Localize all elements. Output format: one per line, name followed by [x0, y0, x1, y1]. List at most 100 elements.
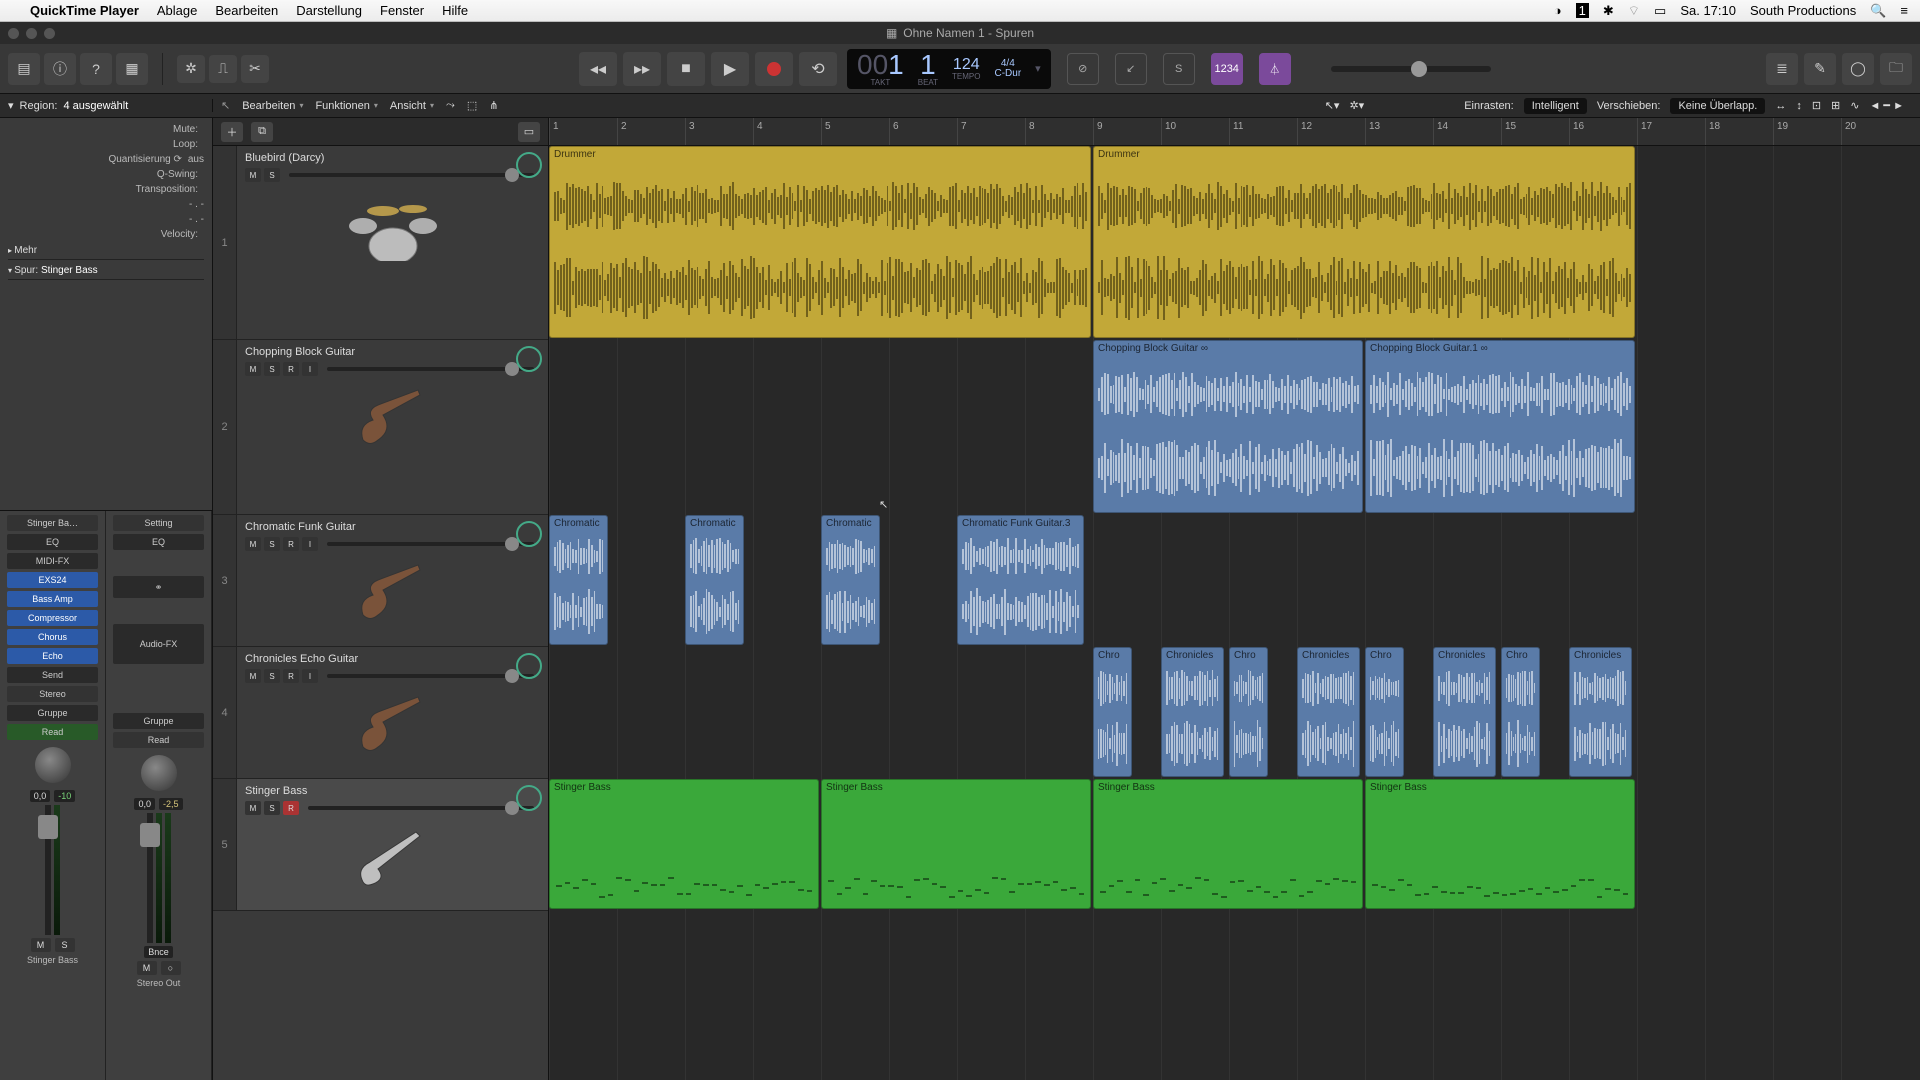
inspector-value[interactable]: - . -	[189, 199, 204, 210]
flex-icon[interactable]: ⋔	[489, 99, 498, 112]
zoom-icon[interactable]: ⊡	[1812, 99, 1821, 112]
browser-button[interactable]: 🗀	[1880, 53, 1912, 85]
group-slot[interactable]: Gruppe	[7, 705, 98, 721]
region[interactable]: Chronicles	[1161, 647, 1224, 777]
status-icon[interactable]: ✱	[1603, 3, 1614, 19]
snap-select[interactable]: Intelligent	[1524, 98, 1587, 114]
library-button[interactable]: ▤	[8, 53, 40, 85]
status-icon[interactable]: 1	[1576, 3, 1589, 18]
track-volume[interactable]	[327, 367, 534, 371]
forward-button[interactable]: ▸▸	[623, 52, 661, 86]
inspector-value[interactable]: - . -	[189, 214, 204, 225]
track-header[interactable]: 3 Chromatic Funk Guitar MSRI	[213, 515, 548, 647]
region[interactable]: Chro	[1501, 647, 1540, 777]
automation-slot[interactable]: Read	[113, 732, 204, 748]
automation-knob[interactable]	[516, 521, 542, 547]
move-select[interactable]: Keine Überlapp.	[1670, 98, 1765, 114]
s-button[interactable]: S	[264, 669, 280, 683]
menu-bearbeiten[interactable]: Bearbeiten	[215, 3, 278, 18]
fx-slot[interactable]: Chorus	[7, 629, 98, 645]
catch-icon[interactable]: ⤳	[446, 99, 455, 112]
menu-hilfe[interactable]: Hilfe	[442, 3, 468, 18]
region[interactable]: Chronicles	[1297, 647, 1360, 777]
m-button[interactable]: M	[245, 362, 261, 376]
pan-knob[interactable]	[35, 747, 71, 783]
m-button[interactable]: M	[245, 801, 261, 815]
s-button[interactable]: S	[264, 168, 280, 182]
region[interactable]: Stinger Bass	[821, 779, 1091, 909]
editors-button[interactable]: ✂	[241, 55, 269, 83]
list-button[interactable]: ≣	[1766, 53, 1798, 85]
mute-button[interactable]: M	[137, 961, 157, 975]
countin-button[interactable]: 1234	[1211, 53, 1243, 85]
r-button[interactable]: R	[283, 669, 299, 683]
automation-knob[interactable]	[516, 152, 542, 178]
toolbar-button[interactable]: ▦	[116, 53, 148, 85]
add-track-button[interactable]: ＋	[221, 122, 243, 142]
send-slot[interactable]: Send	[7, 667, 98, 683]
record-button[interactable]	[755, 52, 793, 86]
region[interactable]: Chopping Block Guitar ∞	[1093, 340, 1363, 513]
track-disclosure[interactable]: Spur: Stinger Bass	[8, 262, 204, 280]
group-slot[interactable]: Gruppe	[113, 713, 204, 729]
output-slot[interactable]: Stereo	[7, 686, 98, 702]
region[interactable]: Chromatic	[685, 515, 744, 645]
eq-slot[interactable]: EQ	[7, 534, 98, 550]
metronome-button[interactable]: ⏃	[1259, 53, 1291, 85]
notes-button[interactable]: ✎	[1804, 53, 1836, 85]
r-button[interactable]: R	[283, 801, 299, 815]
waveform-zoom-icon[interactable]: ∿	[1850, 99, 1859, 112]
fx-slot[interactable]: Compressor	[7, 610, 98, 626]
arrange-area[interactable]: 1234567891011121314151617181920 DrummerD…	[549, 118, 1920, 1080]
eq-slot[interactable]: EQ	[113, 534, 204, 550]
track-header[interactable]: 2 Chopping Block Guitar MSRI	[213, 340, 548, 515]
master-volume[interactable]	[1331, 66, 1491, 72]
status-icon[interactable]: ◑	[1554, 3, 1562, 18]
duplicate-track-button[interactable]: ⧉	[251, 122, 273, 142]
region[interactable]: Chronicles	[1569, 647, 1632, 777]
global-tracks-button[interactable]: ▭	[518, 122, 540, 142]
menu-funktionen[interactable]: Funktionen	[315, 100, 377, 112]
m-button[interactable]: M	[245, 669, 261, 683]
menu-ablage[interactable]: Ablage	[157, 3, 197, 18]
track-volume[interactable]	[308, 806, 534, 810]
clock[interactable]: Sa. 17:10	[1680, 3, 1736, 18]
app-menu[interactable]: QuickTime Player	[30, 3, 139, 18]
fx-slot[interactable]: Bass Amp	[7, 591, 98, 607]
region[interactable]: Stinger Bass	[549, 779, 819, 909]
stop-button[interactable]: ■	[667, 52, 705, 86]
cycle-button[interactable]: ⟲	[799, 52, 837, 86]
traffic-lights[interactable]	[8, 28, 55, 39]
disclosure-icon[interactable]: ▾	[8, 99, 14, 112]
play-button[interactable]: ▶	[711, 52, 749, 86]
track-volume[interactable]	[327, 542, 534, 546]
setting-slot[interactable]: Setting	[113, 515, 204, 531]
region[interactable]: Chro	[1093, 647, 1132, 777]
track-header[interactable]: 5 Stinger Bass MSR	[213, 779, 548, 911]
midifx-slot[interactable]: MIDI-FX	[7, 553, 98, 569]
automation-knob[interactable]	[516, 785, 542, 811]
solo-button[interactable]: S	[55, 938, 75, 952]
zoom-h-icon[interactable]: ↔	[1775, 100, 1786, 112]
inspector-button[interactable]: ⓘ	[44, 53, 76, 85]
more-disclosure[interactable]: Mehr	[8, 242, 204, 260]
region[interactable]: Stinger Bass	[1093, 779, 1363, 909]
rewind-button[interactable]: ◂◂	[579, 52, 617, 86]
menu-fenster[interactable]: Fenster	[380, 3, 424, 18]
region[interactable]: Chromatic Funk Guitar.3	[957, 515, 1084, 645]
r-button[interactable]: R	[283, 537, 299, 551]
wifi-icon[interactable]: ⌔	[1628, 3, 1640, 19]
region[interactable]: Stinger Bass	[1365, 779, 1635, 909]
s-button[interactable]: S	[264, 362, 280, 376]
bar-ruler[interactable]: 1234567891011121314151617181920	[549, 118, 1920, 146]
audiofx-slot[interactable]: Audio-FX	[113, 624, 204, 664]
mixer-button[interactable]: ⎍	[209, 55, 237, 83]
link-slot[interactable]: ⚭	[113, 576, 204, 598]
fx-slot[interactable]: Echo	[7, 648, 98, 664]
zoom-v-icon[interactable]: ↕	[1796, 100, 1802, 112]
mute-button[interactable]: M	[31, 938, 51, 952]
account[interactable]: South Productions	[1750, 3, 1856, 18]
track-header[interactable]: 1 Bluebird (Darcy) MS	[213, 146, 548, 340]
r-button[interactable]: R	[283, 362, 299, 376]
help-button[interactable]: ?	[80, 53, 112, 85]
